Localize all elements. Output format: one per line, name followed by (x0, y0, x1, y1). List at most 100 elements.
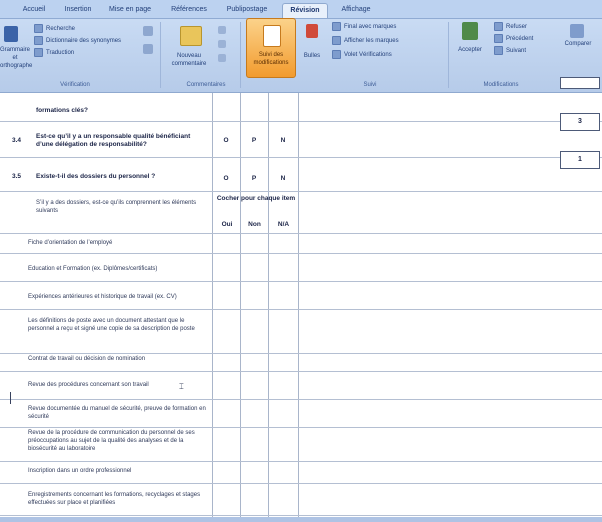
recherche-label: Recherche (46, 26, 76, 33)
row-divider (0, 461, 602, 462)
tab-references[interactable]: Références (166, 3, 212, 17)
group-label-suivi: Suivi (363, 82, 377, 88)
list-item: Revue documentée du manuel de sécurité, … (28, 406, 206, 420)
refuser-label: Refuser (506, 24, 528, 31)
row-divider (0, 483, 602, 484)
precedent-label: Précédent (506, 36, 534, 43)
traduction-label: Traduction (46, 50, 75, 57)
book-icon (34, 36, 43, 45)
show-markup-icon (332, 36, 341, 45)
top-row-text: formations clés? (36, 107, 89, 114)
row-divider (0, 309, 602, 310)
group-separator (160, 22, 161, 88)
balloons-icon[interactable] (306, 24, 318, 38)
reviewing-pane-icon (332, 50, 341, 59)
reject-icon (494, 22, 503, 31)
option-o-label[interactable]: O (217, 137, 235, 144)
accept-icon[interactable] (462, 22, 478, 40)
bulles-button[interactable]: Bulles (298, 52, 326, 60)
row-divider (0, 233, 602, 234)
list-item: Enregistrements concernant les formation… (28, 492, 201, 506)
document-page: formations clés? 3.4 Est-ce qu’il y a un… (0, 77, 602, 522)
row-divider (0, 157, 602, 158)
text-cursor (10, 392, 11, 404)
row-divider (0, 399, 602, 400)
tab-insertion[interactable]: Insertion (58, 3, 98, 17)
group-separator (240, 22, 241, 88)
tab-publipostage[interactable]: Publipostage (220, 3, 274, 17)
list-item: Expériences antérieures et historique de… (28, 294, 177, 300)
track-changes-button[interactable]: Suivi des modifications (246, 18, 296, 78)
row-divider (0, 427, 602, 428)
row-divider (0, 353, 602, 354)
group-separator (448, 22, 449, 88)
question-3-4-number: 3.4 (12, 137, 22, 144)
row-divider (0, 515, 602, 516)
check-instruction: Cocher pour chaque item (216, 195, 296, 202)
spelling-check-icon[interactable] (4, 26, 18, 42)
status-bar (0, 517, 602, 522)
option-p-label[interactable]: P (245, 137, 263, 144)
option-p-label[interactable]: P (245, 175, 263, 182)
precedent-button[interactable]: Précédent (494, 34, 533, 44)
tab-revision[interactable]: Révision (282, 3, 328, 18)
row-divider (0, 121, 602, 122)
list-item: Education et Formation (ex. Diplômes/cer… (28, 266, 158, 272)
option-n-label[interactable]: N (274, 137, 292, 144)
comment-previous-icon[interactable] (218, 40, 226, 48)
tab-accueil[interactable]: Accueil (14, 3, 54, 17)
stepper-down-icon[interactable] (143, 44, 153, 54)
option-o-label[interactable]: O (217, 175, 235, 182)
accept-button[interactable]: Accepter (452, 46, 488, 54)
column-na: N/A (277, 221, 290, 228)
list-item: Fiche d’orientation de l’employé (28, 240, 113, 246)
question-3-4-text: Est-ce qu’il y a un responsable qualité … (36, 133, 191, 148)
score-box-3-4[interactable]: 3 (560, 113, 600, 131)
previous-icon (494, 34, 503, 43)
afficher-marques-dropdown[interactable]: Afficher les marques (332, 36, 399, 46)
score-box-3-5[interactable]: 1 (560, 151, 600, 169)
stepper-up-icon[interactable] (143, 26, 153, 36)
sub-question-text: S’il y a des dossiers, est-ce qu’ils com… (36, 200, 197, 214)
dictionnaire-label: Dictionnaire des synonymes (46, 38, 122, 45)
volet-verifications-button[interactable]: Volet Vérifications (332, 50, 392, 60)
option-n-label[interactable]: N (274, 175, 292, 182)
row-divider (0, 371, 602, 372)
next-icon (494, 46, 503, 55)
display-mode-icon (332, 22, 341, 31)
group-label-verification: Vérification (60, 82, 90, 88)
question-3-5-number: 3.5 (12, 173, 22, 180)
suivant-button[interactable]: Suivant (494, 46, 526, 56)
ribbon-tab-bar: Accueil Insertion Mise en page Référence… (0, 0, 602, 19)
group-label-modifications: Modifications (483, 82, 519, 88)
dictionnaire-button[interactable]: Dictionnaire des synonymes (34, 36, 121, 46)
list-item: Contrat de travail ou décision de nomina… (28, 356, 146, 362)
final-marques-dropdown[interactable]: Final avec marques (332, 22, 396, 32)
volet-label: Volet Vérifications (344, 52, 392, 59)
row-divider (0, 253, 602, 254)
compare-icon[interactable] (570, 24, 584, 38)
refuser-button[interactable]: Refuser (494, 22, 527, 32)
group-label-commentaires: Commentaires (186, 82, 226, 88)
ribbon: Accueil Insertion Mise en page Référence… (0, 0, 602, 93)
comment-delete-icon[interactable] (218, 26, 226, 34)
track-changes-label: Suivi des modifications (253, 52, 289, 66)
final-marques-label: Final avec marques (344, 24, 397, 31)
comment-next-icon[interactable] (218, 54, 226, 62)
score-box-previous[interactable] (560, 77, 600, 89)
tab-mise-en-page[interactable]: Mise en page (104, 3, 156, 17)
track-changes-icon (263, 25, 281, 47)
search-icon (34, 24, 43, 33)
suivant-label: Suivant (506, 48, 527, 55)
question-3-5-text: Existe-t-il des dossiers du personnel ? (36, 173, 156, 180)
recherche-button[interactable]: Recherche (34, 24, 75, 34)
compare-button[interactable]: Comparer (556, 40, 600, 48)
column-oui: Oui (221, 221, 233, 228)
new-comment-icon[interactable] (180, 26, 202, 46)
list-item: Les définitions de poste avec un documen… (28, 318, 195, 332)
afficher-marques-label: Afficher les marques (344, 38, 399, 45)
traduction-button[interactable]: Traduction (34, 48, 74, 58)
grammar-button[interactable]: Grammaire et orthographe (0, 46, 32, 70)
tab-affichage[interactable]: Affichage (334, 3, 378, 17)
new-comment-button[interactable]: Nouveau commentaire (166, 52, 212, 68)
